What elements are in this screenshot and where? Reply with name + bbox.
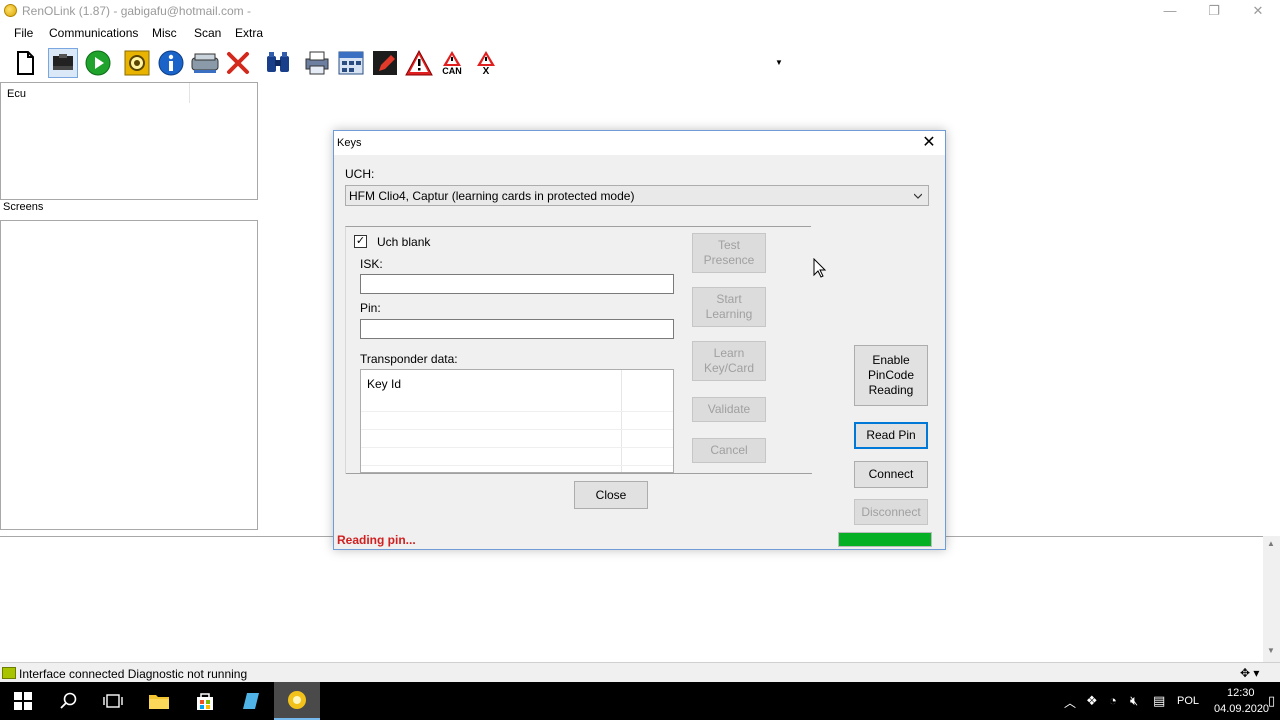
ecu-panel[interactable]	[0, 82, 258, 200]
can-warning-icon[interactable]: CAN	[437, 48, 467, 78]
calculator-icon[interactable]	[336, 48, 366, 78]
connect-button[interactable]: Connect	[854, 461, 928, 488]
menu-bar: File Communications Misc Scan Extra	[0, 22, 1280, 42]
log-area[interactable]	[0, 536, 1280, 662]
status-text: Interface connected Diagnostic not runni…	[19, 667, 248, 681]
dialog-status-text: Reading pin...	[337, 533, 416, 547]
menu-misc[interactable]: Misc	[152, 26, 177, 40]
uch-blank-checkbox[interactable]: ✓	[354, 235, 367, 248]
start-learning-button[interactable]: Start Learning	[692, 287, 766, 327]
menu-file[interactable]: File	[14, 26, 33, 40]
interface-icon[interactable]	[48, 48, 78, 78]
pin-label: Pin:	[360, 301, 381, 315]
menu-scan[interactable]: Scan	[194, 26, 221, 40]
cancel-button[interactable]: Cancel	[692, 438, 766, 463]
status-menu-icon[interactable]: ✥ ▾	[1240, 666, 1259, 680]
dialog-close-icon[interactable]: ✕	[919, 133, 939, 153]
wifi-icon[interactable]: ◔	[1109, 693, 1117, 708]
screens-panel[interactable]	[0, 220, 258, 530]
pin-input[interactable]	[360, 319, 674, 339]
key-id-column-header[interactable]: Key Id	[367, 377, 401, 391]
menu-extra[interactable]: Extra	[235, 26, 263, 40]
group-edge	[811, 226, 812, 474]
progress-bar	[838, 532, 932, 547]
disconnect-button[interactable]: Disconnect	[854, 499, 928, 525]
dropbox-icon[interactable]: ❖	[1086, 693, 1098, 709]
pen-icon[interactable]	[370, 48, 400, 78]
chevron-down-icon	[914, 193, 922, 199]
isk-label: ISK:	[360, 257, 383, 271]
language-indicator[interactable]: POL	[1177, 695, 1199, 707]
restore-button[interactable]: ❐	[1192, 0, 1236, 22]
mouse-cursor-icon	[813, 258, 827, 278]
learn-key-card-button[interactable]: Learn Key/Card	[692, 341, 766, 381]
search-icon[interactable]	[46, 682, 92, 720]
transponder-list[interactable]: Key Id	[360, 369, 674, 473]
log-scrollbar[interactable]: ▲ ▼	[1263, 536, 1280, 662]
connection-status-icon	[2, 667, 16, 679]
list-row-line	[361, 411, 673, 412]
renolink-taskbar-icon[interactable]	[274, 682, 320, 720]
screens-label: Screens	[3, 201, 44, 213]
action-center-icon[interactable]: ▯	[1268, 693, 1275, 709]
info-icon[interactable]	[156, 48, 186, 78]
group-bottom-line	[346, 473, 812, 474]
screen: RenOLink (1.87) - gabigafu@hotmail.com -…	[0, 0, 1280, 720]
clear-warning-icon[interactable]: X	[471, 48, 501, 78]
menu-communications[interactable]: Communications	[49, 26, 138, 40]
tray-time[interactable]: 12:30	[1227, 687, 1255, 699]
start-windows-icon[interactable]	[0, 682, 46, 720]
notepad-icon[interactable]	[228, 682, 274, 720]
stop-icon[interactable]	[223, 48, 253, 78]
close-window-button[interactable]: ✕	[1236, 0, 1280, 22]
validate-button[interactable]: Validate	[692, 397, 766, 422]
binoculars-icon[interactable]	[263, 48, 293, 78]
scroll-down-icon[interactable]: ▼	[1267, 646, 1275, 655]
status-bar: Interface connected Diagnostic not runni…	[0, 662, 1280, 682]
tray-chevron-icon[interactable]: ︿	[1064, 694, 1076, 711]
settings-icon[interactable]	[122, 48, 152, 78]
uch-blank-label: Uch blank	[377, 235, 431, 249]
taskbar: ︿ ❖ ◔ 🔇︎ ▤ POL 12:30 04.09.2020 ▯	[0, 682, 1280, 720]
task-view-icon[interactable]	[90, 682, 136, 720]
progress-fill	[839, 533, 931, 546]
notification-msg-icon[interactable]: ▤	[1153, 693, 1165, 709]
minimize-button[interactable]: —	[1148, 0, 1192, 22]
enable-pincode-reading-button[interactable]: Enable PinCode Reading	[854, 345, 928, 406]
ecu-header-divider	[189, 83, 190, 103]
scroll-up-icon[interactable]: ▲	[1267, 539, 1275, 548]
play-icon[interactable]	[83, 48, 113, 78]
dialog-title: Keys	[337, 137, 362, 149]
uch-label: UCH:	[345, 167, 375, 181]
keys-dialog: Keys ✕ UCH: HFM Clio4, Captur (learning …	[333, 130, 946, 550]
title-bar: RenOLink (1.87) - gabigafu@hotmail.com -…	[0, 0, 1280, 22]
close-button[interactable]: Close	[574, 481, 648, 509]
read-pin-button[interactable]: Read Pin	[854, 422, 928, 449]
tray-date[interactable]: 04.09.2020	[1214, 703, 1269, 715]
column-divider	[621, 370, 622, 472]
toolbar-dropdown-arrow-icon[interactable]: ▼	[775, 58, 783, 67]
test-presence-button[interactable]: Test Presence	[692, 233, 766, 273]
list-row-line	[361, 447, 673, 448]
app-icon	[4, 4, 17, 17]
file-explorer-icon[interactable]	[136, 682, 182, 720]
window-title: RenOLink (1.87) - gabigafu@hotmail.com -	[22, 4, 251, 18]
warning-icon[interactable]	[404, 48, 434, 78]
uch-select[interactable]: HFM Clio4, Captur (learning cards in pro…	[345, 185, 929, 206]
dialog-title-bar: Keys ✕	[334, 131, 945, 155]
store-icon[interactable]	[182, 682, 228, 720]
ecu-label: Ecu	[7, 88, 26, 100]
isk-input[interactable]	[360, 274, 674, 294]
list-row-line	[361, 465, 673, 466]
list-row-line	[361, 429, 673, 430]
volume-muted-icon[interactable]: 🔇︎	[1130, 693, 1138, 709]
transponder-label: Transponder data:	[360, 352, 458, 366]
scanner-icon[interactable]	[190, 48, 220, 78]
can-label: CAN	[442, 66, 462, 76]
printer-icon[interactable]	[302, 48, 332, 78]
new-document-icon[interactable]	[10, 48, 40, 78]
uch-selected-value: HFM Clio4, Captur (learning cards in pro…	[349, 189, 635, 203]
toolbar: CAN X ▼	[0, 44, 1280, 80]
clear-label: X	[482, 66, 490, 77]
